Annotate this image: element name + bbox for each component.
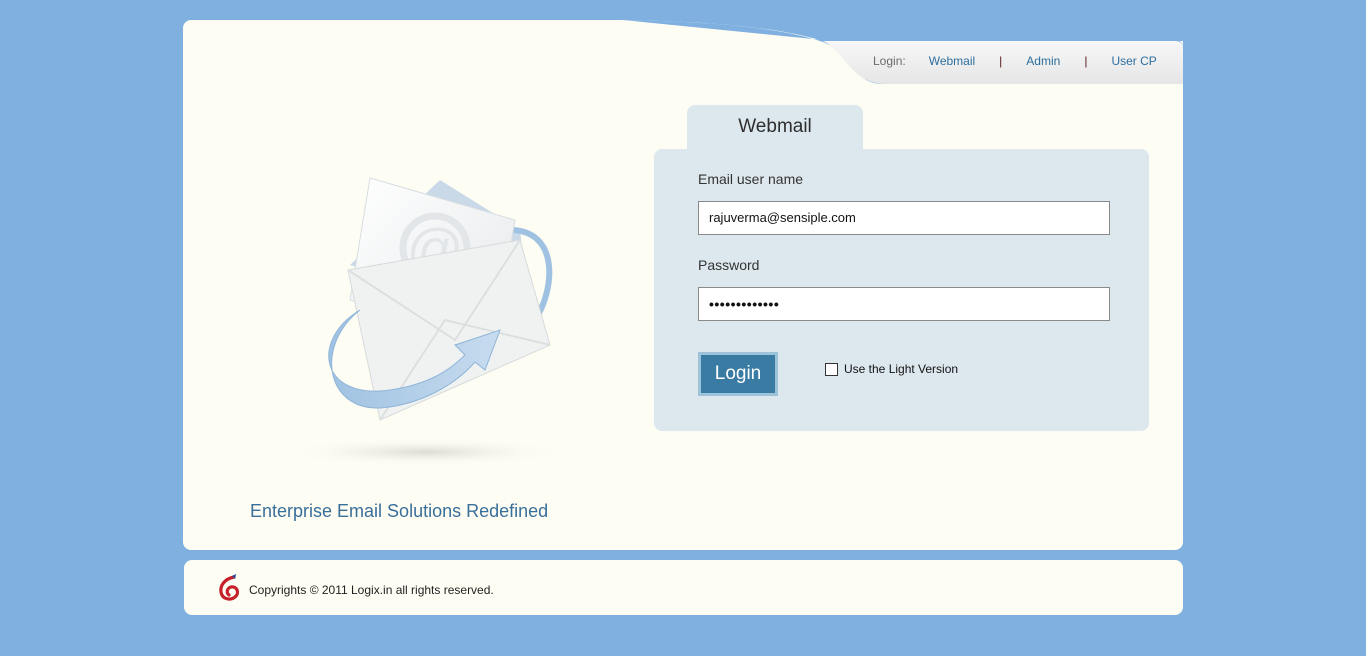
login-page: Login: Webmail | Admin | User CP @ Enter… [0, 0, 1366, 656]
email-username-input[interactable]: rajuverma@sensiple.com [698, 201, 1110, 235]
password-input[interactable]: ••••••••••••• [698, 287, 1110, 321]
light-version-label[interactable]: Use the Light Version [844, 362, 958, 376]
logix-logo-icon [219, 574, 240, 601]
login-button[interactable]: Login [698, 352, 778, 396]
email-envelope-icon: @ [280, 177, 570, 466]
tab-webmail[interactable]: Webmail [687, 105, 863, 149]
password-label: Password [698, 257, 760, 273]
username-label: Email user name [698, 171, 804, 187]
top-nav: Login: Webmail | Admin | User CP [873, 54, 1157, 68]
light-version-checkbox[interactable] [825, 363, 838, 376]
nav-separator: | [999, 54, 1003, 68]
nav-link-admin[interactable]: Admin [1026, 54, 1060, 68]
nav-separator: | [1084, 54, 1088, 68]
nav-link-usercp[interactable]: User CP [1111, 54, 1156, 68]
nav-link-webmail[interactable]: Webmail [929, 54, 975, 68]
tagline: Enterprise Email Solutions Redefined [250, 501, 549, 521]
nav-login-label: Login: [873, 54, 906, 68]
copyright-text: Copyrights © 2011 Logix.in all rights re… [249, 583, 494, 597]
